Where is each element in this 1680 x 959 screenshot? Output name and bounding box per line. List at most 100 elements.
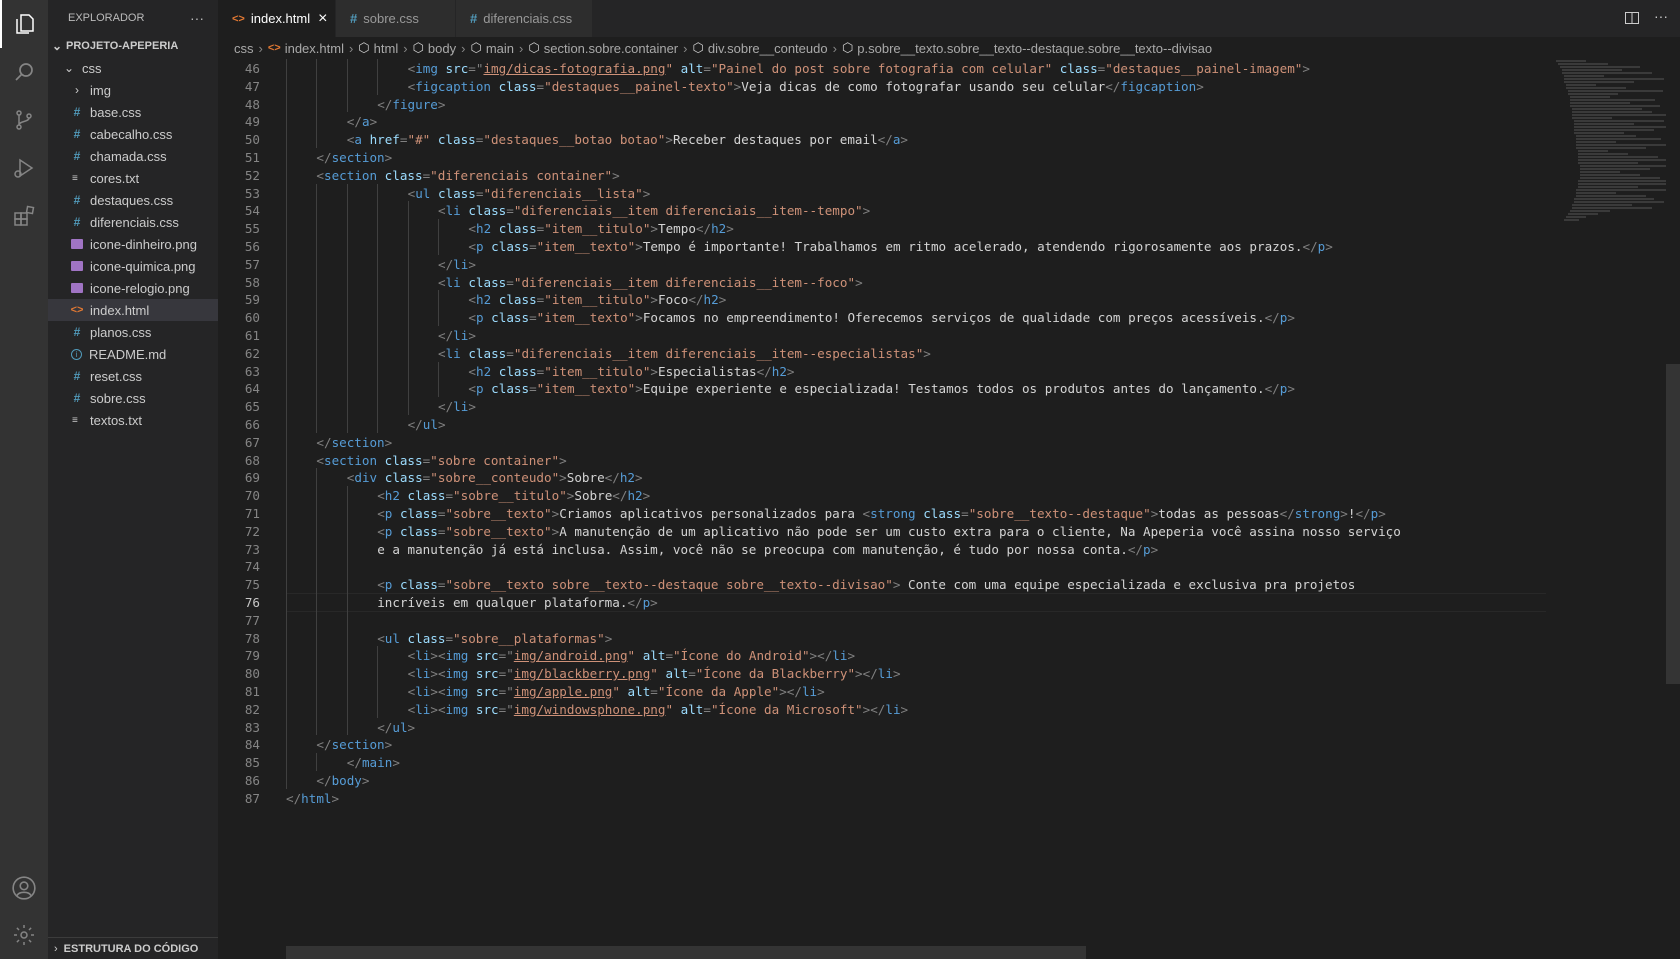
file-tree-item[interactable]: i README.md: [48, 343, 218, 365]
more-actions-button[interactable]: ···: [190, 10, 204, 26]
indent-guide: [346, 237, 348, 255]
line-number: 75: [244, 577, 260, 593]
indent-guide: [316, 699, 318, 718]
code-line: <li><img src="img/blackberry.png" alt="Í…: [407, 666, 901, 682]
settings-gear-icon[interactable]: [0, 911, 48, 959]
breadcrumb-item[interactable]: p.sobre__texto.sobre__texto--destaque.so…: [857, 41, 1212, 56]
vertical-scrollbar[interactable]: [1666, 59, 1680, 959]
file-tree-item[interactable]: # planos.css: [48, 321, 218, 343]
symbol-icon: ⬡: [528, 40, 540, 55]
tab-diferenciais-css[interactable]: # diferenciais.css: [456, 0, 593, 37]
indent-guide: [346, 379, 348, 398]
indent-guide: [286, 308, 287, 326]
indent-guide: [286, 130, 287, 148]
indent-guide: [316, 575, 318, 593]
file-tree-item[interactable]: # reset.css: [48, 365, 218, 387]
file-tree-item[interactable]: ≡ cores.txt: [48, 167, 218, 189]
outline-section[interactable]: › ESTRUTURA DO CÓDIGO: [48, 937, 218, 959]
indent-guide: [286, 272, 287, 291]
indent-guide: [438, 361, 439, 380]
account-icon[interactable]: [0, 864, 48, 912]
file-tree-item[interactable]: › img: [48, 79, 218, 101]
code-line: <section class="diferenciais container">: [316, 167, 620, 183]
file-tree-item[interactable]: ⌄ css: [48, 57, 218, 79]
breadcrumb-item[interactable]: index.html: [285, 41, 344, 56]
file-tree-item[interactable]: icone-relogio.png: [48, 277, 218, 299]
file-tree-item[interactable]: # cabecalho.css: [48, 123, 218, 145]
indent-guide: [346, 254, 348, 273]
indent-guide: [377, 290, 379, 309]
code-line: <p class="sobre__texto sobre__texto--des…: [377, 577, 1356, 593]
file-tree-item[interactable]: ≡ textos.txt: [48, 409, 218, 431]
file-tree-item[interactable]: icone-quimica.png: [48, 255, 218, 277]
indent-guide: [407, 219, 409, 237]
file-tree-item[interactable]: # destaques.css: [48, 189, 218, 211]
file-name: reset.css: [90, 368, 143, 384]
indent-guide: [316, 308, 318, 326]
indent-guide: [286, 771, 287, 789]
explorer-title: EXPLORADOR: [68, 11, 145, 24]
line-number: 77: [244, 612, 260, 628]
file-tree-item[interactable]: # diferenciais.css: [48, 211, 218, 233]
indent-guide: [346, 717, 348, 736]
code-line: <p class="item__texto">Tempo é important…: [468, 239, 1333, 254]
indent-guide: [316, 183, 318, 202]
indent-guide: [316, 539, 318, 558]
tab-sobre-css[interactable]: # sobre.css: [336, 0, 456, 37]
search-icon[interactable]: [0, 48, 48, 96]
code-line: <li><img src="img/android.png" alt="Ícon…: [407, 648, 856, 664]
code-editor[interactable]: 46 <img src="img/dicas-fotografia.png" al…: [218, 59, 1548, 959]
breadcrumb-item[interactable]: main: [486, 41, 514, 56]
editor-more-actions-icon[interactable]: ···: [1654, 8, 1668, 24]
line-number: 72: [244, 523, 260, 539]
image-file-icon: [71, 239, 83, 249]
line-number: 55: [244, 221, 260, 237]
run-debug-icon[interactable]: [0, 144, 48, 192]
line-number: 83: [244, 719, 260, 735]
file-tree-item[interactable]: icone-dinheiro.png: [48, 233, 218, 255]
code-line: <a href="#" class="destaques__botao bota…: [346, 132, 909, 148]
breadcrumb: css › <> index.html › ⬡ html › ⬡ body › ⬡ main › ⬡ sect…: [218, 37, 1680, 59]
breadcrumb-item[interactable]: section.sobre.container: [544, 41, 678, 56]
symbol-icon: ⬡: [470, 40, 482, 55]
breadcrumb-separator-icon: ›: [461, 40, 466, 56]
indent-guide: [377, 308, 379, 326]
code-line: incríveis em qualquer plataforma.</p>: [377, 595, 658, 610]
horizontal-scrollbar[interactable]: [286, 946, 1086, 959]
indent-guide: [438, 379, 439, 398]
code-line: <h2 class="item__titulo">Especialistas</…: [468, 363, 795, 379]
indent-guide: [346, 575, 348, 593]
breadcrumb-item[interactable]: html: [374, 41, 399, 56]
indent-guide: [316, 326, 318, 344]
file-tree-item[interactable]: # chamada.css: [48, 145, 218, 167]
tab-label: index.html: [250, 11, 311, 26]
indent-guide: [286, 610, 287, 629]
breadcrumb-item[interactable]: body: [428, 41, 456, 56]
source-control-icon[interactable]: [0, 96, 48, 144]
code-line: </li>: [438, 399, 476, 415]
breadcrumb-item[interactable]: div.sobre__conteudo: [708, 41, 828, 56]
explorer-icon[interactable]: [0, 0, 48, 48]
split-editor-icon[interactable]: [1624, 10, 1640, 31]
file-tree-item[interactable]: # base.css: [48, 101, 218, 123]
indent-guide: [286, 682, 287, 700]
code-line: <div class="sobre__conteudo">Sobre</h2>: [346, 470, 643, 486]
indent-guide: [407, 272, 409, 291]
minimap[interactable]: [1548, 59, 1680, 959]
project-folder[interactable]: ⌄ PROJETO-APEPERIA: [48, 35, 218, 57]
indent-guide: [377, 415, 379, 433]
file-tree-item[interactable]: <> index.html: [48, 299, 218, 321]
breadcrumb-item[interactable]: css: [234, 41, 254, 56]
indent-guide: [346, 682, 348, 700]
code-line: <li class="diferenciais__item diferencia…: [438, 345, 931, 361]
file-tree-item[interactable]: # sobre.css: [48, 387, 218, 409]
tab-index-html[interactable]: <> index.html ×: [218, 0, 336, 37]
scrollbar-thumb[interactable]: [1666, 364, 1680, 684]
indent-guide: [438, 219, 439, 237]
line-number: 70: [244, 488, 260, 504]
file-name: img: [90, 82, 111, 98]
close-icon[interactable]: ×: [318, 10, 327, 28]
line-number: 85: [244, 755, 260, 771]
extensions-icon[interactable]: [0, 192, 48, 240]
file-name: cabecalho.css: [90, 126, 173, 142]
